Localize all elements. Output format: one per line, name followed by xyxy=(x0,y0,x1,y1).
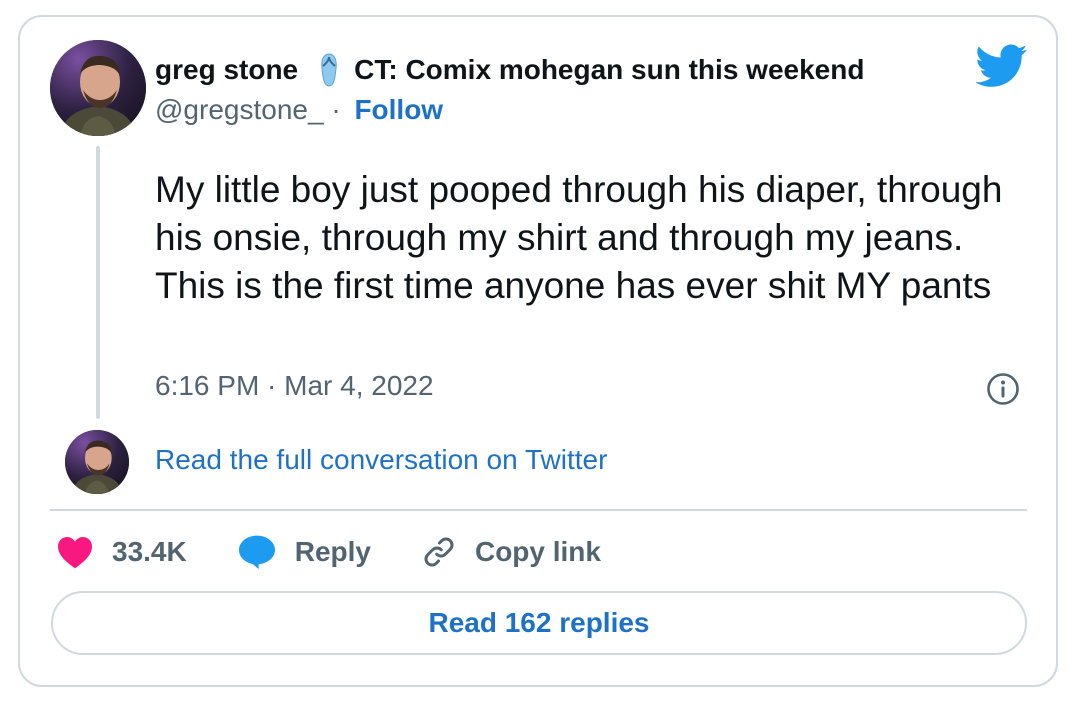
action-bar: 33.4K Reply Copy link xyxy=(56,530,651,574)
follow-button[interactable]: Follow xyxy=(354,94,443,126)
author-handle[interactable]: @gregstone_ xyxy=(155,94,324,126)
read-replies-button[interactable]: Read 162 replies xyxy=(51,591,1027,655)
actions-divider xyxy=(50,509,1027,511)
copy-link-button[interactable]: Copy link xyxy=(421,534,601,570)
info-icon[interactable] xyxy=(986,372,1020,406)
handle-separator: · xyxy=(323,94,349,125)
author-handle-row: @gregstone_ · Follow xyxy=(155,92,443,128)
thread-connector-line xyxy=(96,146,100,419)
author-name-row[interactable]: greg stone CT: Comix mohegan sun this we… xyxy=(155,52,864,88)
flip-flop-icon xyxy=(318,53,340,87)
reply-button[interactable]: Reply xyxy=(237,534,371,570)
reply-label: Reply xyxy=(294,536,371,567)
author-avatar[interactable] xyxy=(50,40,146,136)
author-status: CT: Comix mohegan sun this weekend xyxy=(354,54,865,85)
reply-bubble-icon xyxy=(238,535,275,570)
link-icon xyxy=(424,537,454,567)
heart-icon xyxy=(58,537,92,569)
like-count: 33.4K xyxy=(112,536,187,567)
tweet-timestamp[interactable]: 6:16 PM · Mar 4, 2022 xyxy=(155,370,434,402)
tweet-text: My little boy just pooped through his di… xyxy=(155,169,1003,306)
author-name[interactable]: greg stone xyxy=(155,54,298,86)
copy-link-label: Copy link xyxy=(474,536,601,567)
twitter-bird-icon[interactable] xyxy=(975,44,1028,88)
read-full-conversation-link[interactable]: Read the full conversation on Twitter xyxy=(155,444,607,476)
like-button[interactable]: 33.4K xyxy=(56,535,187,569)
author-avatar-small[interactable] xyxy=(65,430,129,494)
read-replies-label: Read 162 replies xyxy=(428,607,650,638)
